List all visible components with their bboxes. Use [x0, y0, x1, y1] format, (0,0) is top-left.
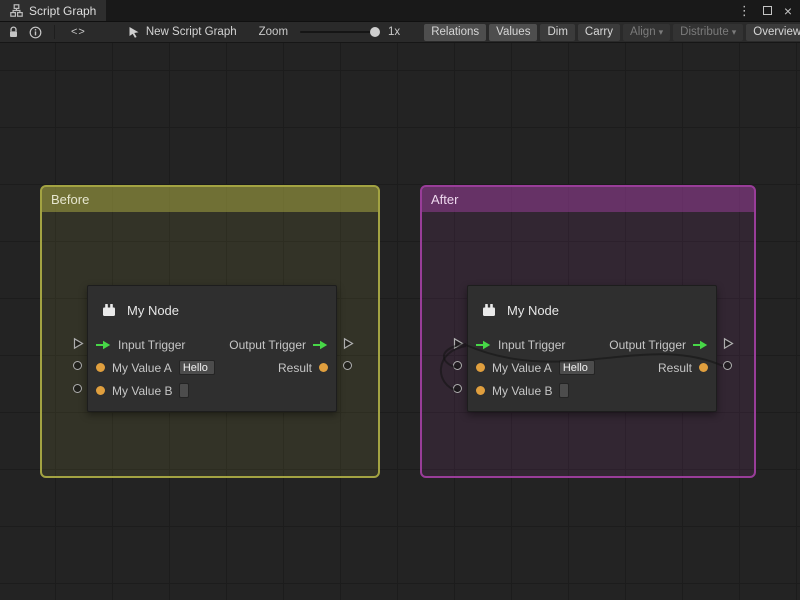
input-trigger-label: Input Trigger [118, 338, 185, 352]
align-label: Align [630, 26, 656, 38]
maximize-icon[interactable] [763, 6, 772, 15]
script-graph-window: Script Graph ⋮ × <> [0, 0, 800, 600]
graph-output-trigger-port[interactable] [723, 337, 734, 350]
value-a-row: My Value A Result [468, 357, 716, 378]
zoom-slider-handle[interactable] [370, 27, 380, 37]
value-b-label: My Value B [492, 384, 552, 398]
value-a-input[interactable] [559, 360, 595, 375]
graph-result-port[interactable] [343, 361, 352, 370]
value-a-label: My Value A [492, 361, 552, 375]
dim-button[interactable]: Dim [540, 24, 574, 41]
graph-value-a-port[interactable] [453, 361, 462, 370]
carry-button[interactable]: Carry [578, 24, 620, 41]
graph-breadcrumb[interactable]: New Script Graph [128, 26, 237, 38]
node-title: My Node [507, 303, 559, 318]
graph-pointer-icon [128, 26, 140, 38]
value-b-port[interactable] [476, 386, 485, 395]
graph-output-trigger-port[interactable] [343, 337, 354, 350]
graph-canvas[interactable]: Before My Node [0, 43, 800, 600]
zoom-value: 1x [388, 26, 400, 38]
code-view-icon[interactable]: <> [71, 26, 86, 38]
zoom-slider[interactable] [300, 31, 378, 33]
distribute-button[interactable]: Distribute▾ [673, 24, 743, 41]
toolbar-separator [54, 25, 55, 39]
input-trigger-port[interactable] [96, 340, 111, 350]
output-trigger-port[interactable] [693, 340, 708, 350]
input-trigger-label: Input Trigger [498, 338, 565, 352]
zoom-label: Zoom [259, 26, 288, 38]
output-trigger-label: Output Trigger [229, 338, 306, 352]
kebab-menu-icon[interactable]: ⋮ [738, 4, 751, 17]
trigger-row: Input Trigger Output Trigger [88, 334, 336, 355]
graph-value-a-port[interactable] [73, 361, 82, 370]
lock-icon[interactable] [8, 26, 19, 39]
graph-value-b-port[interactable] [73, 384, 82, 393]
group-before: Before My Node [40, 185, 380, 478]
output-trigger-port[interactable] [313, 340, 328, 350]
group-before-header[interactable]: Before [42, 187, 378, 212]
node-header: My Node [88, 286, 336, 334]
toolbar-buttons: Relations Values Dim Carry Align▾ Distri… [424, 24, 800, 41]
value-b-label: My Value B [112, 384, 172, 398]
node-icon [480, 301, 498, 319]
values-button[interactable]: Values [489, 24, 537, 41]
result-label: Result [278, 361, 312, 375]
result-port[interactable] [699, 363, 708, 372]
node-icon [100, 301, 118, 319]
tab-script-graph[interactable]: Script Graph [0, 0, 106, 21]
align-button[interactable]: Align▾ [623, 24, 670, 41]
group-after-header[interactable]: After [422, 187, 754, 212]
output-trigger-label: Output Trigger [609, 338, 686, 352]
info-icon[interactable] [29, 26, 42, 39]
input-trigger-port[interactable] [476, 340, 491, 350]
node-header: My Node [468, 286, 716, 334]
value-a-port[interactable] [96, 363, 105, 372]
graph-input-trigger-port[interactable] [73, 337, 84, 350]
value-a-port[interactable] [476, 363, 485, 372]
chevron-down-icon: ▾ [732, 27, 737, 37]
chevron-down-icon: ▾ [659, 27, 664, 37]
group-after: After [420, 185, 756, 478]
value-b-row: My Value B [468, 380, 716, 401]
graph-input-trigger-port[interactable] [453, 337, 464, 350]
value-a-input[interactable] [179, 360, 215, 375]
distribute-label: Distribute [680, 26, 729, 38]
my-node[interactable]: My Node Input Trigger Output Trigger [87, 285, 337, 412]
graph-name: New Script Graph [146, 26, 237, 38]
tab-bar: Script Graph ⋮ × [0, 0, 800, 21]
window-controls: ⋮ × [738, 0, 800, 21]
script-graph-icon [10, 4, 23, 17]
graph-result-port[interactable] [723, 361, 732, 370]
node-title: My Node [127, 303, 179, 318]
result-port[interactable] [319, 363, 328, 372]
graph-value-b-port[interactable] [453, 384, 462, 393]
value-b-input[interactable] [559, 383, 569, 398]
result-label: Result [658, 361, 692, 375]
my-node[interactable]: My Node Input Trigger Output Trigger [467, 285, 717, 412]
value-b-input[interactable] [179, 383, 189, 398]
close-icon[interactable]: × [784, 4, 792, 18]
value-a-label: My Value A [112, 361, 172, 375]
overview-button[interactable]: Overview [746, 24, 800, 41]
value-a-row: My Value A Result [88, 357, 336, 378]
value-b-row: My Value B [88, 380, 336, 401]
toolbar: <> New Script Graph Zoom 1x Relations Va… [0, 21, 800, 43]
trigger-row: Input Trigger Output Trigger [468, 334, 716, 355]
relations-button[interactable]: Relations [424, 24, 486, 41]
value-b-port[interactable] [96, 386, 105, 395]
tab-title: Script Graph [29, 4, 96, 18]
